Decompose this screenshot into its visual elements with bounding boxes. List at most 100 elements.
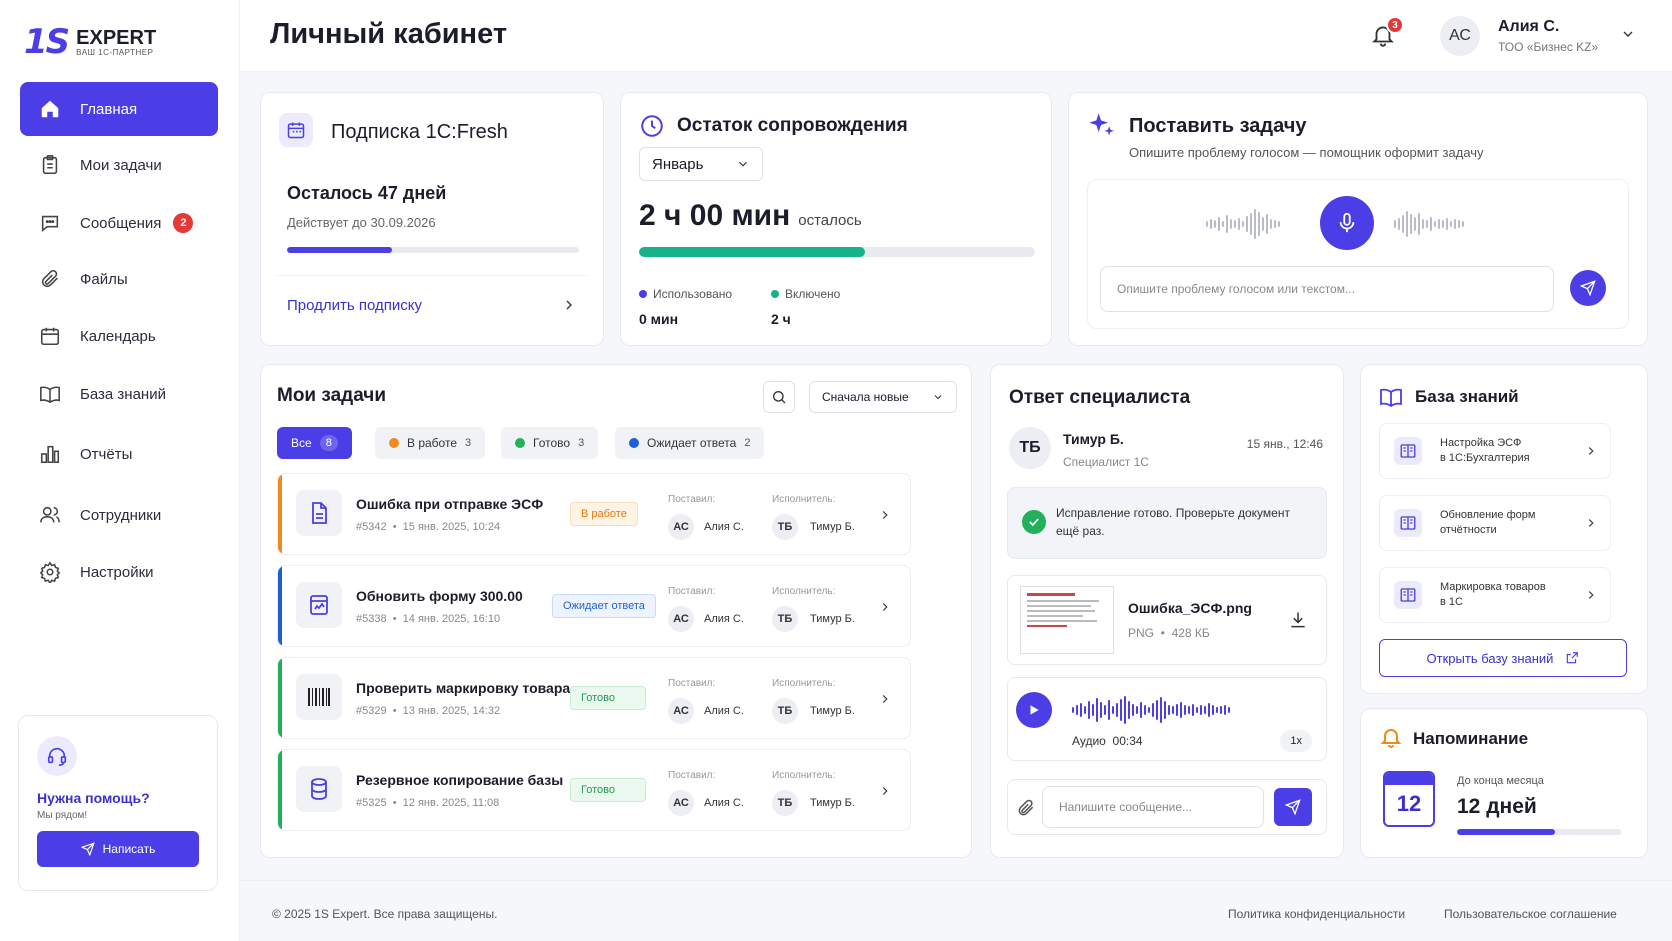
task-row[interactable]: Проверить маркировку товара #5329 • 13 я… bbox=[277, 657, 911, 739]
wave-bar bbox=[1234, 220, 1236, 228]
author-name: Алия С. bbox=[704, 521, 744, 533]
attachment[interactable]: Ошибка_ЭСФ.png PNG • 428 КБ bbox=[1007, 575, 1327, 665]
assignee-label: Исполнитель: bbox=[772, 494, 836, 505]
wave-bar bbox=[1108, 700, 1110, 720]
filter-all[interactable]: Все 8 bbox=[277, 427, 352, 459]
wave-bar bbox=[1164, 701, 1166, 719]
task-row[interactable]: Резервное копирование базы #5325 • 12 ян… bbox=[277, 749, 911, 831]
voice-input-area: Опишите проблему голосом или текстом... bbox=[1087, 179, 1629, 329]
open-knowledge-base-button[interactable]: Открыть базу знаний bbox=[1379, 639, 1627, 677]
status-dot bbox=[515, 438, 525, 448]
wave-bar bbox=[1218, 217, 1220, 231]
sidebar-item-settings[interactable]: Настройки bbox=[20, 545, 218, 599]
knowledge-item-title: Настройка ЭСФ bbox=[1440, 437, 1522, 449]
logo[interactable]: 1S EXPERT ВАШ 1С-ПАРТНЕР bbox=[24, 22, 156, 62]
topbar: Личный кабинет 3 АС Алия С. ТОО «Бизнес … bbox=[240, 0, 1672, 72]
mic-button[interactable] bbox=[1320, 196, 1374, 250]
speed-button[interactable]: 1x bbox=[1280, 730, 1312, 752]
task-id: #5325 bbox=[356, 797, 387, 809]
sidebar-item-label: Сотрудники bbox=[80, 506, 162, 524]
task-id: #5329 bbox=[356, 705, 387, 717]
chevron-right-icon[interactable] bbox=[561, 297, 577, 313]
send-icon bbox=[1580, 280, 1596, 296]
write-button[interactable]: Написать bbox=[37, 831, 199, 867]
sidebar-item-files[interactable]: Файлы bbox=[20, 252, 218, 306]
knowledge-item[interactable]: Маркировка товаров в 1С bbox=[1379, 567, 1611, 623]
sidebar-item-label: Настройки bbox=[80, 563, 154, 581]
help-card: Нужна помощь? Мы рядом! Написать bbox=[18, 715, 218, 891]
book-icon bbox=[1379, 385, 1403, 409]
sidebar-item-reports[interactable]: Отчёты bbox=[20, 427, 218, 481]
logo-mark: 1S bbox=[24, 22, 70, 62]
task-row[interactable]: Ошибка при отправке ЭСФ #5342 • 15 янв. … bbox=[277, 473, 911, 555]
paperclip-icon[interactable] bbox=[1016, 798, 1036, 818]
wave-bar bbox=[1092, 704, 1094, 716]
wave-bar bbox=[1398, 218, 1400, 230]
wave-bar bbox=[1200, 705, 1202, 715]
knowledge-item[interactable]: Обновление форм отчётности bbox=[1379, 495, 1611, 551]
author-label: Поставил: bbox=[668, 494, 716, 505]
sort-select[interactable]: Сначала новые bbox=[809, 381, 957, 413]
write-button-label: Написать bbox=[102, 842, 156, 856]
wave-bar bbox=[1088, 701, 1090, 719]
filter-awaiting[interactable]: Ожидает ответа 2 bbox=[615, 427, 765, 459]
avatar: ТБ bbox=[772, 790, 798, 816]
task-meta: #5342 • 15 янв. 2025, 10:24 bbox=[356, 521, 501, 533]
task-description-input[interactable]: Опишите проблему голосом или текстом... bbox=[1100, 266, 1554, 312]
wave-bar bbox=[1136, 706, 1138, 714]
extend-subscription-link[interactable]: Продлить подписку bbox=[287, 297, 422, 314]
month-select-value: Январь bbox=[652, 155, 704, 173]
page-title: Личный кабинет bbox=[270, 18, 508, 50]
wave-bar bbox=[1230, 219, 1232, 229]
message-input[interactable]: Напишите сообщение... bbox=[1042, 786, 1264, 828]
wave-bar bbox=[1402, 215, 1404, 233]
avatar: ТБ bbox=[772, 606, 798, 632]
search-button[interactable] bbox=[763, 381, 795, 413]
sidebar-item-calendar[interactable]: Календарь bbox=[20, 309, 218, 363]
month-select[interactable]: Январь bbox=[639, 147, 763, 181]
wave-bar bbox=[1222, 221, 1224, 227]
sidebar-item-home[interactable]: Главная bbox=[20, 82, 218, 136]
assignee-name: Тимур Б. bbox=[810, 521, 855, 533]
reminder-label: До конца месяца bbox=[1457, 775, 1544, 787]
download-icon[interactable] bbox=[1288, 610, 1308, 630]
play-button[interactable] bbox=[1016, 692, 1052, 728]
wave-bar bbox=[1450, 221, 1452, 227]
filter-in-progress[interactable]: В работе 3 bbox=[375, 427, 486, 459]
my-tasks-card: Мои задачи Сначала новые Все 8 В работе 3 … bbox=[260, 364, 972, 858]
support-title: Остаток сопровождения bbox=[677, 115, 908, 136]
notifications-button[interactable]: 3 bbox=[1370, 16, 1404, 48]
avatar: ТБ bbox=[772, 514, 798, 540]
terms-link[interactable]: Пользовательское соглашение bbox=[1444, 907, 1617, 921]
assignee-name: Тимур Б. bbox=[810, 705, 855, 717]
avatar[interactable]: АС bbox=[1440, 16, 1480, 56]
chevron-down-icon[interactable] bbox=[1620, 26, 1636, 42]
wave-bar bbox=[1160, 697, 1162, 723]
specialist-role: Специалист 1С bbox=[1063, 455, 1149, 469]
filter-done[interactable]: Готово 3 bbox=[501, 427, 599, 459]
chevron-right-icon bbox=[878, 508, 892, 522]
audio-waveform[interactable] bbox=[1072, 692, 1230, 728]
sidebar-item-knowledge[interactable]: База знаний bbox=[20, 367, 218, 421]
wave-bar bbox=[1430, 217, 1432, 231]
send-message-button[interactable] bbox=[1274, 788, 1312, 826]
privacy-link[interactable]: Политика конфиденциальности bbox=[1228, 907, 1405, 921]
wave-bar bbox=[1254, 209, 1256, 239]
wave-bar bbox=[1410, 214, 1412, 234]
subscription-progress bbox=[287, 247, 579, 253]
author-label: Поставил: bbox=[668, 770, 716, 781]
sidebar-item-label: Отчёты bbox=[80, 445, 133, 463]
knowledge-item[interactable]: Настройка ЭСФ в 1С:Бухгалтерия bbox=[1379, 423, 1611, 479]
wave-bar bbox=[1434, 221, 1436, 227]
divider bbox=[277, 275, 587, 276]
send-task-button[interactable] bbox=[1570, 270, 1606, 306]
wave-bar bbox=[1246, 216, 1248, 232]
task-row[interactable]: Обновить форму 300.00 #5338 • 14 янв. 20… bbox=[277, 565, 911, 647]
sidebar-item-tasks[interactable]: Мои задачи bbox=[20, 138, 218, 192]
file-size: 428 КБ bbox=[1171, 626, 1210, 640]
wave-bar bbox=[1278, 221, 1280, 227]
calendar-icon bbox=[279, 113, 313, 147]
sidebar-item-messages[interactable]: Сообщения 2 bbox=[20, 196, 218, 250]
task-meta: #5338 • 14 янв. 2025, 16:10 bbox=[356, 613, 501, 625]
sidebar-item-employees[interactable]: Сотрудники bbox=[20, 488, 218, 542]
